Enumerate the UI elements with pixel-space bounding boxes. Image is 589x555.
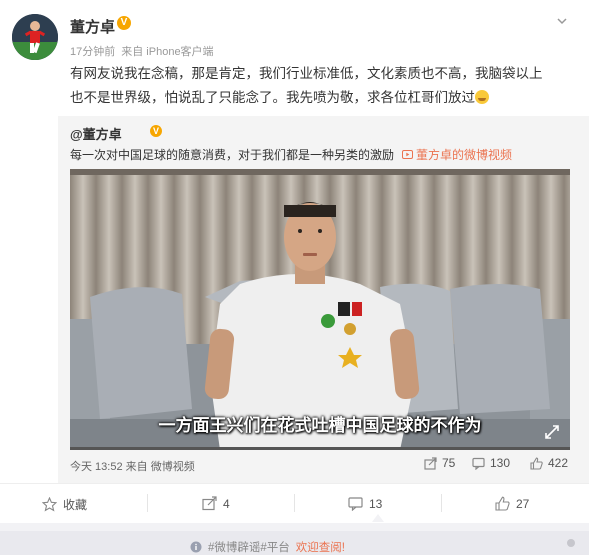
star-icon (42, 497, 57, 512)
repost-comment-label: 130 (490, 456, 511, 470)
thumbs-up-icon (530, 456, 543, 470)
comment-icon (472, 457, 485, 470)
notice-cta[interactable]: 欢迎查阅! (296, 539, 345, 555)
like-label: 27 (516, 496, 530, 511)
comment-icon (348, 497, 363, 511)
chevron-down-icon[interactable] (555, 14, 569, 28)
repost-username[interactable]: @董方卓 (70, 124, 122, 143)
video-link[interactable]: 董方卓的微博视频 (402, 146, 512, 163)
video-player[interactable]: 一方面王兴们在花式吐槽中国足球的不作为 (70, 169, 570, 450)
post-source: 来自 iPhone客户端 (121, 46, 214, 58)
laugh-emoji-icon (475, 90, 489, 104)
repost-comment-count[interactable]: 130 (472, 456, 510, 470)
comment-label: 13 (369, 496, 383, 511)
weibo-post-card: 董方卓 V 17分钟前 来自 iPhone客户端 有网友说我在念稿，那是肯定，我们… (0, 0, 589, 523)
video-link-label: 董方卓的微博视频 (416, 148, 513, 162)
repost-label: 4 (223, 496, 230, 511)
avatar-image (12, 14, 58, 60)
repost-share-label: 75 (442, 456, 456, 470)
video-frame-image (70, 169, 570, 450)
post-action-bar: 收藏 4 13 27 (0, 483, 589, 523)
favorite-button[interactable]: 收藏 (42, 496, 87, 513)
like-button[interactable]: 27 (495, 496, 529, 511)
repost-verified-badge-icon: V (150, 125, 162, 137)
video-play-icon (402, 150, 413, 159)
user-avatar[interactable] (12, 14, 58, 60)
post-time[interactable]: 17分钟前 (70, 46, 115, 58)
video-subtitle: 一方面王兴们在花式吐槽中国足球的不作为 (158, 416, 482, 435)
post-meta: 17分钟前 来自 iPhone客户端 (70, 43, 220, 59)
action-divider (441, 494, 442, 512)
notice-tag[interactable]: #微博辟谣#平台 (208, 539, 290, 555)
action-divider (294, 494, 295, 512)
repost-time-source: 今天 13:52 来自 微博视频 (70, 461, 195, 473)
repost-text: 每一次对中国足球的随意消费，对于我们都是一种另类的激励 (70, 148, 395, 162)
comment-pointer (372, 514, 384, 522)
repost-button[interactable]: 4 (202, 496, 230, 511)
comment-button[interactable]: 13 (348, 496, 382, 511)
action-divider (147, 494, 148, 512)
share-icon (424, 456, 437, 470)
post-content: 有网友说我在念稿，那是肯定，我们行业标准低，文化素质也不高，我脑袋以上也不是世界… (70, 62, 550, 110)
info-icon (190, 541, 202, 553)
repost-share-count[interactable]: 75 (424, 456, 455, 470)
repost-like-count[interactable]: 422 (530, 456, 568, 470)
post-username[interactable]: 董方卓 (70, 16, 115, 37)
favorite-label: 收藏 (63, 498, 88, 512)
post-text: 有网友说我在念稿，那是肯定，我们行业标准低，文化素质也不高，我脑袋以上也不是世界… (70, 66, 543, 105)
fullscreen-icon[interactable] (544, 424, 560, 440)
notice-content: #微博辟谣#平台 欢迎查阅! (190, 539, 345, 555)
verified-badge-icon: V (117, 16, 131, 30)
repost-like-label: 422 (548, 456, 569, 470)
close-notice-icon[interactable] (567, 539, 575, 547)
repost-card: @董方卓 V 每一次对中国足球的随意消费，对于我们都是一种另类的激励 董方卓的微… (58, 116, 589, 483)
thumbs-up-icon (495, 496, 510, 511)
share-icon (202, 496, 217, 511)
